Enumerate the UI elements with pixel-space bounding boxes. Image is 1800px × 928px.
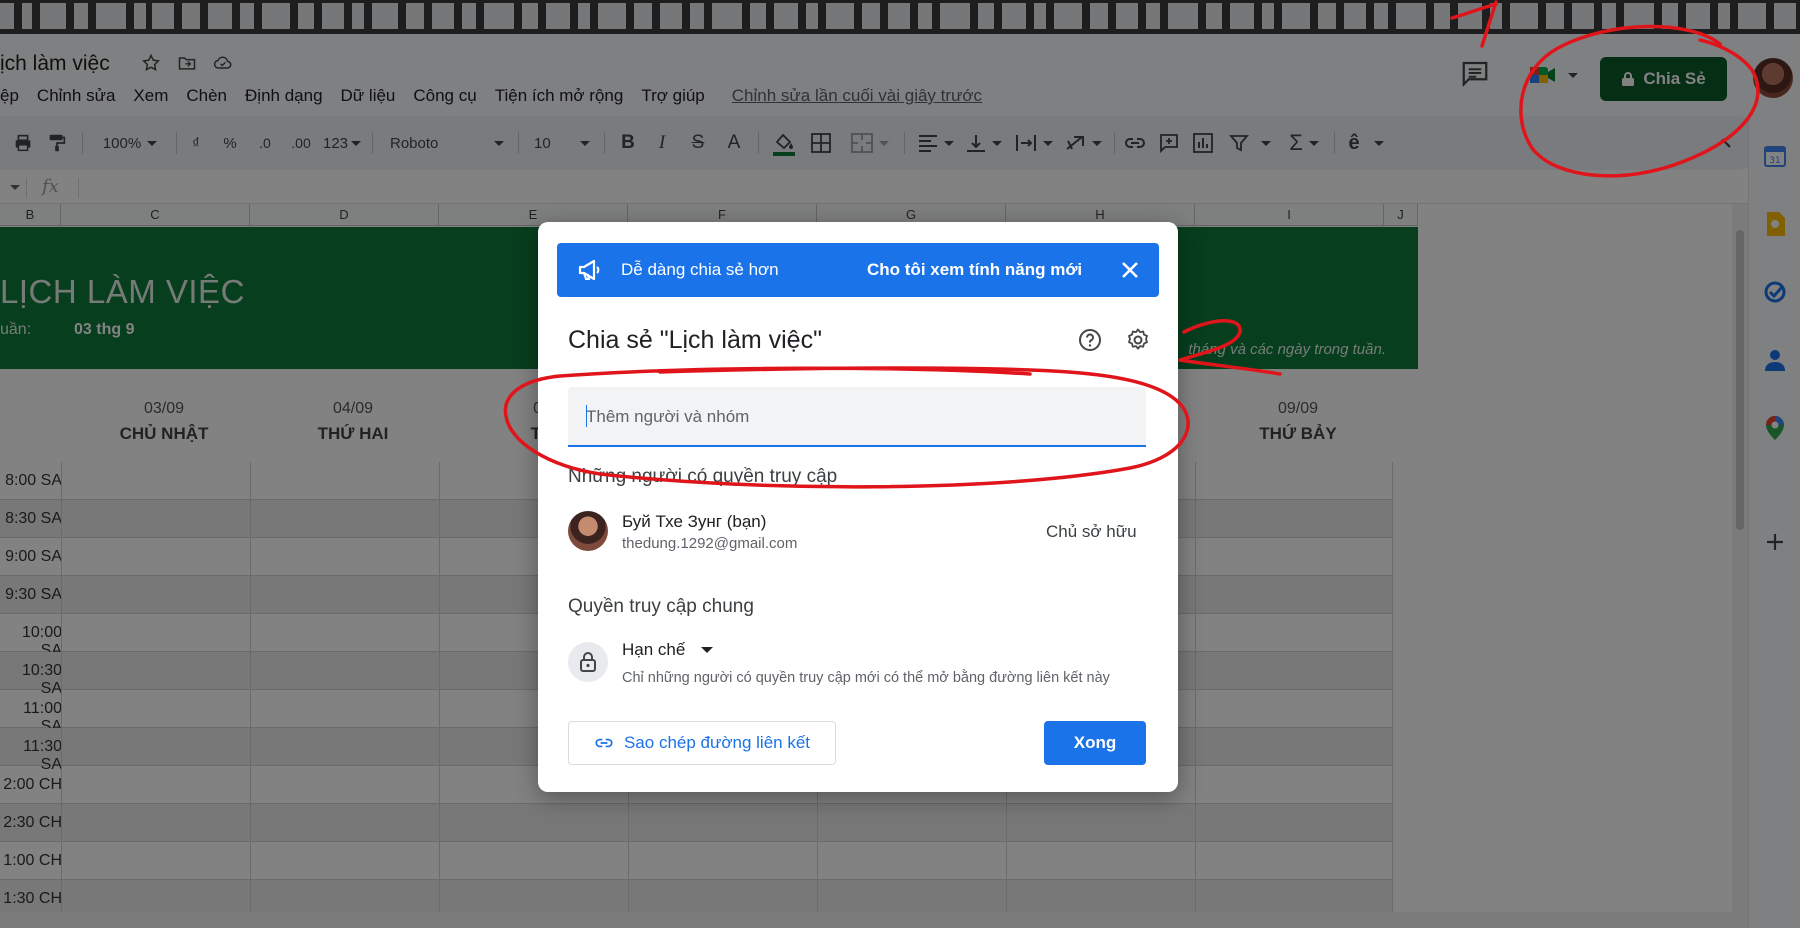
megaphone-icon: [577, 258, 603, 287]
chevron-down-icon: [701, 647, 714, 653]
general-access-heading: Quyền truy cập chung: [568, 596, 754, 617]
owner-email: thedung.1292@gmail.com: [622, 535, 798, 552]
general-access-description: Chỉ những người có quyền truy cập mới có…: [622, 670, 1110, 686]
dialog-title: Chia sẻ "Lịch làm việc": [568, 326, 822, 354]
owner-avatar: [568, 511, 608, 551]
owner-role: Chủ sở hữu: [1046, 522, 1137, 541]
people-with-access-heading: Những người có quyền truy cập: [568, 466, 838, 487]
add-people-input[interactable]: [586, 405, 1126, 429]
show-new-features-link[interactable]: Cho tôi xem tính năng mới: [867, 260, 1082, 280]
general-access-select[interactable]: Hạn chế: [622, 640, 714, 660]
add-people-field[interactable]: [568, 387, 1146, 447]
lock-icon: [568, 642, 608, 682]
promo-text: Dễ dàng chia sẻ hơn: [621, 260, 779, 279]
promo-banner: Dễ dàng chia sẻ hơn Cho tôi xem tính năn…: [557, 243, 1159, 297]
done-button[interactable]: Xong: [1044, 721, 1146, 765]
link-icon: [595, 738, 613, 748]
owner-name: Буй Тхе Зунг (bạn): [622, 512, 767, 531]
close-icon[interactable]: [1117, 257, 1143, 283]
settings-gear-icon[interactable]: [1126, 328, 1152, 354]
text-cursor: [586, 405, 587, 427]
copy-link-label: Sao chép đường liên kết: [623, 733, 811, 752]
copy-link-button[interactable]: Sao chép đường liên kết: [568, 721, 836, 765]
help-icon[interactable]: [1078, 328, 1104, 354]
share-dialog: Dễ dàng chia sẻ hơn Cho tôi xem tính năn…: [538, 222, 1178, 792]
general-access-value: Hạn chế: [622, 640, 686, 659]
